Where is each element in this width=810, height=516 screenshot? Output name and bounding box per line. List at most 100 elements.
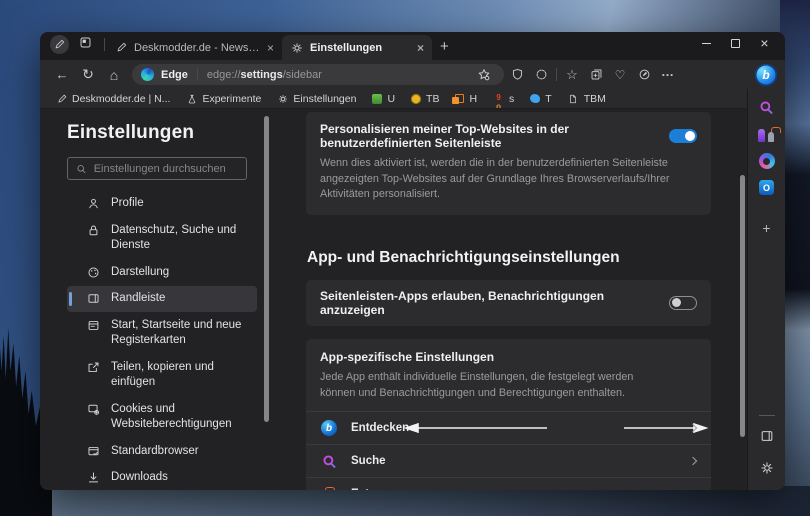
bookmark-tbm[interactable]: TBM	[568, 93, 606, 105]
nav-item-start[interactable]: Start, Startseite und neue Registerkarte…	[67, 313, 257, 354]
lock-icon	[87, 224, 100, 237]
bing-copilot-button[interactable]	[755, 64, 777, 86]
nav-item-downloads[interactable]: Downloads	[67, 465, 257, 490]
content-scrollbar[interactable]	[740, 175, 745, 437]
app-settings-title: App-spezifische Einstellungen	[320, 350, 697, 364]
address-brand: Edge	[161, 69, 188, 81]
sidebar-outlook-button[interactable]	[759, 180, 774, 195]
tab-deskmodder[interactable]: Deskmodder.de - News zum The	[107, 35, 282, 60]
office-icon	[759, 153, 775, 169]
sidebar-add-button[interactable]	[762, 220, 770, 236]
personalize-title: Personalisieren meiner Top-Websites in d…	[320, 122, 655, 150]
star-gear-icon	[477, 68, 491, 82]
sidebar-settings-button[interactable]	[760, 461, 774, 480]
twitter-bird-favicon	[530, 94, 540, 103]
app-settings-card: App-spezifische Einstellungen Jede App e…	[306, 339, 711, 490]
desktop-wallpaper-water	[0, 486, 810, 516]
settings-title: Einstellungen	[67, 122, 290, 144]
start-page-icon	[87, 319, 100, 332]
tab-actions-button[interactable]	[79, 36, 92, 54]
sidebar-office-button[interactable]	[758, 153, 776, 169]
bookmark-label: s	[509, 93, 514, 105]
bookmark-h[interactable]: H	[455, 93, 477, 105]
nav-item-teilen[interactable]: Teilen, kopieren und einfügen	[67, 355, 257, 396]
edge-sidebar	[747, 89, 785, 490]
close-button[interactable]	[750, 32, 779, 54]
back-button[interactable]	[50, 64, 74, 86]
nav-label: Randleiste	[111, 291, 165, 307]
nav-item-darstellung[interactable]: Darstellung	[67, 260, 257, 286]
tab-divider	[104, 38, 105, 51]
bookmark-deskmodder[interactable]: Deskmodder.de | N...	[56, 93, 170, 105]
bookmark-label: Einstellungen	[293, 93, 356, 105]
bookmark-tb[interactable]: TB	[411, 93, 439, 105]
bookmark-experimente[interactable]: Experimente	[186, 93, 261, 105]
tab-actions-icon	[79, 36, 92, 49]
personalize-toggle[interactable]	[669, 129, 697, 143]
tab-close-button[interactable]	[267, 42, 274, 54]
allow-notifications-toggle[interactable]	[669, 296, 697, 310]
tracking-prevention-button[interactable]	[506, 64, 528, 86]
titlebar-pencil-button[interactable]	[50, 35, 69, 54]
app-label: Suche	[351, 455, 386, 467]
nav-item-cookies[interactable]: Cookies und Websiteberechtigungen	[67, 397, 257, 438]
url-text: edge://settings/sidebar	[207, 69, 466, 81]
sidebar-panel-toggle[interactable]	[760, 429, 774, 448]
add-favorite-button[interactable]	[473, 64, 495, 86]
nav-item-profile[interactable]: Profile	[67, 191, 257, 217]
settings-search[interactable]	[67, 157, 247, 180]
nav-item-standardbrowser[interactable]: Standardbrowser	[67, 439, 257, 465]
app-label: Entdecken	[351, 422, 409, 434]
collections-button[interactable]	[585, 64, 607, 86]
chevron-right-icon	[689, 457, 697, 465]
page-favicon	[568, 93, 579, 104]
bookmark-einstellungen[interactable]: Einstellungen	[277, 93, 356, 105]
search-app-icon	[320, 454, 338, 469]
person-icon	[87, 197, 100, 210]
maximize-button[interactable]	[721, 32, 750, 54]
reload-button[interactable]	[76, 64, 100, 86]
bookmark-label: U	[387, 93, 395, 105]
allow-notifications-card: Seitenleisten-Apps erlauben, Benachricht…	[306, 280, 711, 326]
nav-item-datenschutz[interactable]: Datenschutz, Suche und Dienste	[67, 218, 257, 259]
gear-favicon	[291, 42, 303, 54]
nav-scrollbar[interactable]	[264, 116, 269, 422]
toolbar-divider	[556, 68, 557, 81]
search-icon	[759, 100, 774, 115]
bookmark-t[interactable]: T	[530, 93, 551, 105]
tab-close-button[interactable]	[417, 42, 424, 54]
nav-item-randleiste[interactable]: Randleiste	[67, 286, 257, 312]
sidebar-panel-icon	[760, 429, 774, 443]
home-button[interactable]	[102, 64, 126, 86]
pencil-favicon	[56, 93, 67, 104]
sidebar-icon	[87, 292, 100, 305]
tab-title: Einstellungen	[310, 42, 410, 54]
bookmarks-bar: Deskmodder.de | N... Experimente Einstel…	[40, 89, 747, 109]
annotation-arrows	[402, 421, 712, 435]
search-icon	[76, 163, 87, 175]
favorites-button[interactable]	[561, 64, 583, 86]
tab-title: Deskmodder.de - News zum The	[134, 42, 260, 54]
app-row-entdecken[interactable]: Entdecken	[306, 411, 711, 444]
bookmark-u[interactable]: U	[372, 93, 395, 105]
app-row-suche[interactable]: Suche	[306, 444, 711, 477]
settings-menu-button[interactable]	[657, 64, 679, 86]
browser-check-icon	[87, 445, 100, 458]
chevron-right-icon	[689, 424, 697, 432]
settings-content: Personalisieren meiner Top-Websites in d…	[290, 109, 747, 490]
sidebar-search-button[interactable]	[759, 100, 774, 120]
address-bar[interactable]: Edge edge://settings/sidebar	[132, 64, 504, 85]
browser-essentials-button[interactable]	[609, 64, 631, 86]
new-tab-button[interactable]	[432, 38, 457, 55]
bookmark-s[interactable]: s	[493, 93, 514, 105]
app-row-extras[interactable]: Extras	[306, 477, 711, 490]
settings-search-input[interactable]	[94, 163, 238, 175]
minimize-button[interactable]	[692, 32, 721, 54]
nav-label: Start, Startseite und neue Registerkarte…	[111, 318, 251, 349]
copilot-notes-button[interactable]	[633, 64, 655, 86]
tab-einstellungen[interactable]: Einstellungen	[282, 35, 432, 60]
share-icon	[87, 361, 100, 374]
app-settings-description: Jede App enthält individuelle Einstellun…	[320, 370, 667, 401]
orange-squares-favicon	[455, 94, 464, 103]
rewards-button[interactable]	[530, 64, 552, 86]
